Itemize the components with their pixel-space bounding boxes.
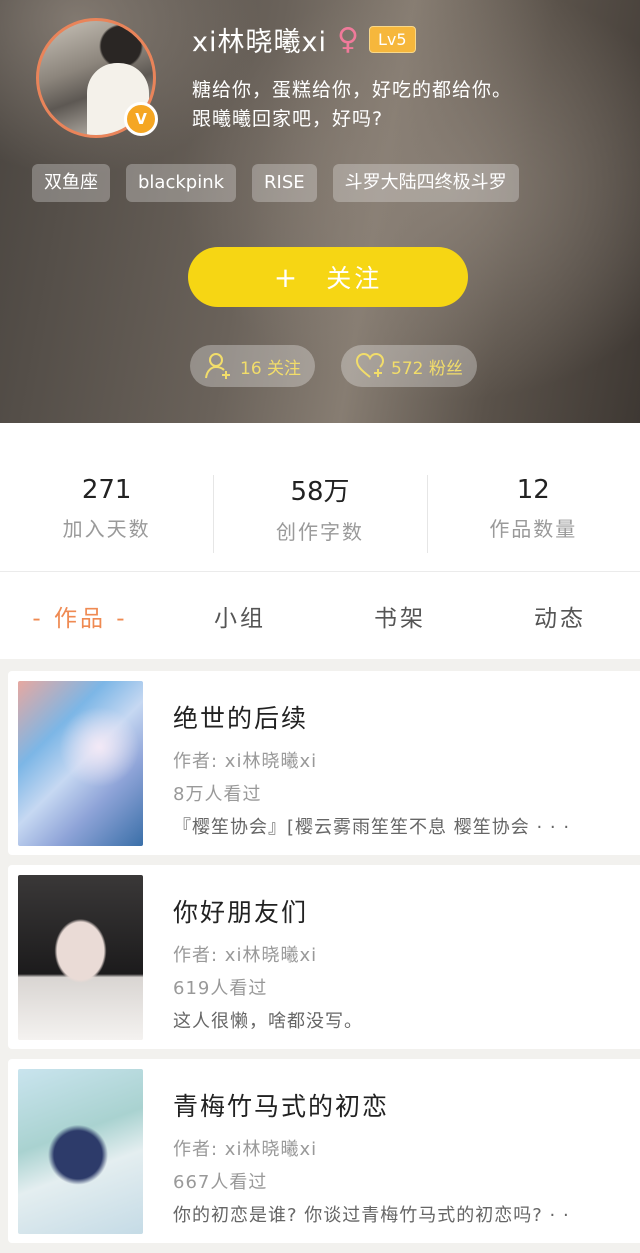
book-cover [18, 681, 143, 846]
tag-item[interactable]: 双鱼座 [32, 164, 110, 202]
stat-value: 58万 [290, 477, 350, 507]
tag-item[interactable]: RISE [252, 164, 317, 202]
book-cover [18, 875, 143, 1040]
plus-icon: + [273, 260, 301, 294]
level-badge: Lv5 [368, 26, 416, 53]
social-pills: 16 关注 572 粉丝 [190, 345, 477, 387]
work-info: 青梅竹马式的初恋 作者: xi林晓曦xi 667人看过 你的初恋是谁? 你谈过青… [173, 1069, 573, 1232]
username: xi林晓曦xi [192, 27, 327, 58]
follow-label: 关注 [326, 264, 383, 293]
tab-groups[interactable]: 小组 [160, 599, 320, 633]
stat-works: 12 作品数量 [426, 423, 640, 571]
book-cover [18, 1069, 143, 1234]
work-card[interactable]: 绝世的后续 作者: xi林晓曦xi 8万人看过 『樱笙协会』[樱云雾雨笙笙不息 … [8, 671, 640, 855]
female-icon: ♀ [336, 21, 359, 57]
stats-bar: 271 加入天数 58万 创作字数 12 作品数量 [0, 423, 640, 571]
bio: 糖给你，蛋糕给你，好吃的都给你。 跟曦曦回家吧，好吗? [192, 76, 512, 134]
profile-header: V xi林晓曦xi ♀ Lv5 糖给你，蛋糕给你，好吃的都给你。 跟曦曦回家吧，… [0, 0, 640, 423]
following-count: 16 关注 [240, 358, 302, 379]
stat-days: 271 加入天数 [0, 423, 213, 571]
username-row: xi林晓曦xi ♀ Lv5 [192, 20, 416, 59]
work-card[interactable]: 你好朋友们 作者: xi林晓曦xi 619人看过 这人很懒，啥都没写。 [8, 865, 640, 1049]
work-info: 你好朋友们 作者: xi林晓曦xi 619人看过 这人很懒，啥都没写。 [173, 875, 363, 1038]
stat-label: 加入天数 [62, 516, 151, 541]
tab-bar: - 作品 - 小组 书架 动态 [0, 571, 640, 659]
followers-count: 572 粉丝 [391, 358, 463, 379]
work-author: 作者: xi林晓曦xi [173, 945, 318, 966]
stat-value: 12 [516, 474, 550, 505]
user-add-icon [204, 351, 234, 381]
work-title: 青梅竹马式的初恋 [173, 1092, 390, 1121]
work-info: 绝世的后续 作者: xi林晓曦xi 8万人看过 『樱笙协会』[樱云雾雨笙笙不息 … [173, 681, 570, 844]
work-author: 作者: xi林晓曦xi [173, 751, 318, 772]
tab-activity[interactable]: 动态 [480, 599, 640, 633]
tab-works[interactable]: - 作品 - [0, 599, 160, 633]
works-list: 绝世的后续 作者: xi林晓曦xi 8万人看过 『樱笙协会』[樱云雾雨笙笙不息 … [8, 671, 640, 1253]
work-author: 作者: xi林晓曦xi [173, 1139, 318, 1160]
work-desc: 『樱笙协会』[樱云雾雨笙笙不息 樱笙协会 · · · [173, 817, 571, 838]
verified-badge-icon: V [124, 102, 158, 136]
tag-list: 双鱼座 blackpink RISE 斗罗大陆四终极斗罗 [32, 164, 519, 202]
bio-line: 跟曦曦回家吧，好吗? [192, 108, 384, 130]
work-title: 你好朋友们 [173, 898, 309, 927]
stat-label: 作品数量 [489, 516, 578, 541]
work-desc: 这人很懒，啥都没写。 [173, 1011, 363, 1032]
work-card[interactable]: 青梅竹马式的初恋 作者: xi林晓曦xi 667人看过 你的初恋是谁? 你谈过青… [8, 1059, 640, 1243]
tag-item[interactable]: 斗罗大陆四终极斗罗 [332, 164, 519, 202]
stat-value: 271 [81, 474, 132, 505]
work-views: 8万人看过 [173, 784, 262, 805]
following-pill[interactable]: 16 关注 [190, 345, 316, 387]
stat-label: 创作字数 [275, 520, 364, 544]
work-views: 667人看过 [173, 1172, 268, 1193]
bio-line: 糖给你，蛋糕给你，好吃的都给你。 [192, 79, 513, 101]
follow-button[interactable]: + 关注 [188, 247, 468, 307]
heart-icon [355, 352, 385, 380]
stat-words: 58万 创作字数 [213, 423, 426, 571]
tag-item[interactable]: blackpink [126, 164, 237, 202]
tab-bookshelf[interactable]: 书架 [320, 599, 480, 633]
followers-pill[interactable]: 572 粉丝 [341, 345, 477, 387]
work-title: 绝世的后续 [173, 704, 309, 733]
avatar[interactable]: V [36, 18, 158, 138]
work-views: 619人看过 [173, 978, 268, 999]
work-desc: 你的初恋是谁? 你谈过青梅竹马式的初恋吗? · · · [173, 1205, 573, 1226]
